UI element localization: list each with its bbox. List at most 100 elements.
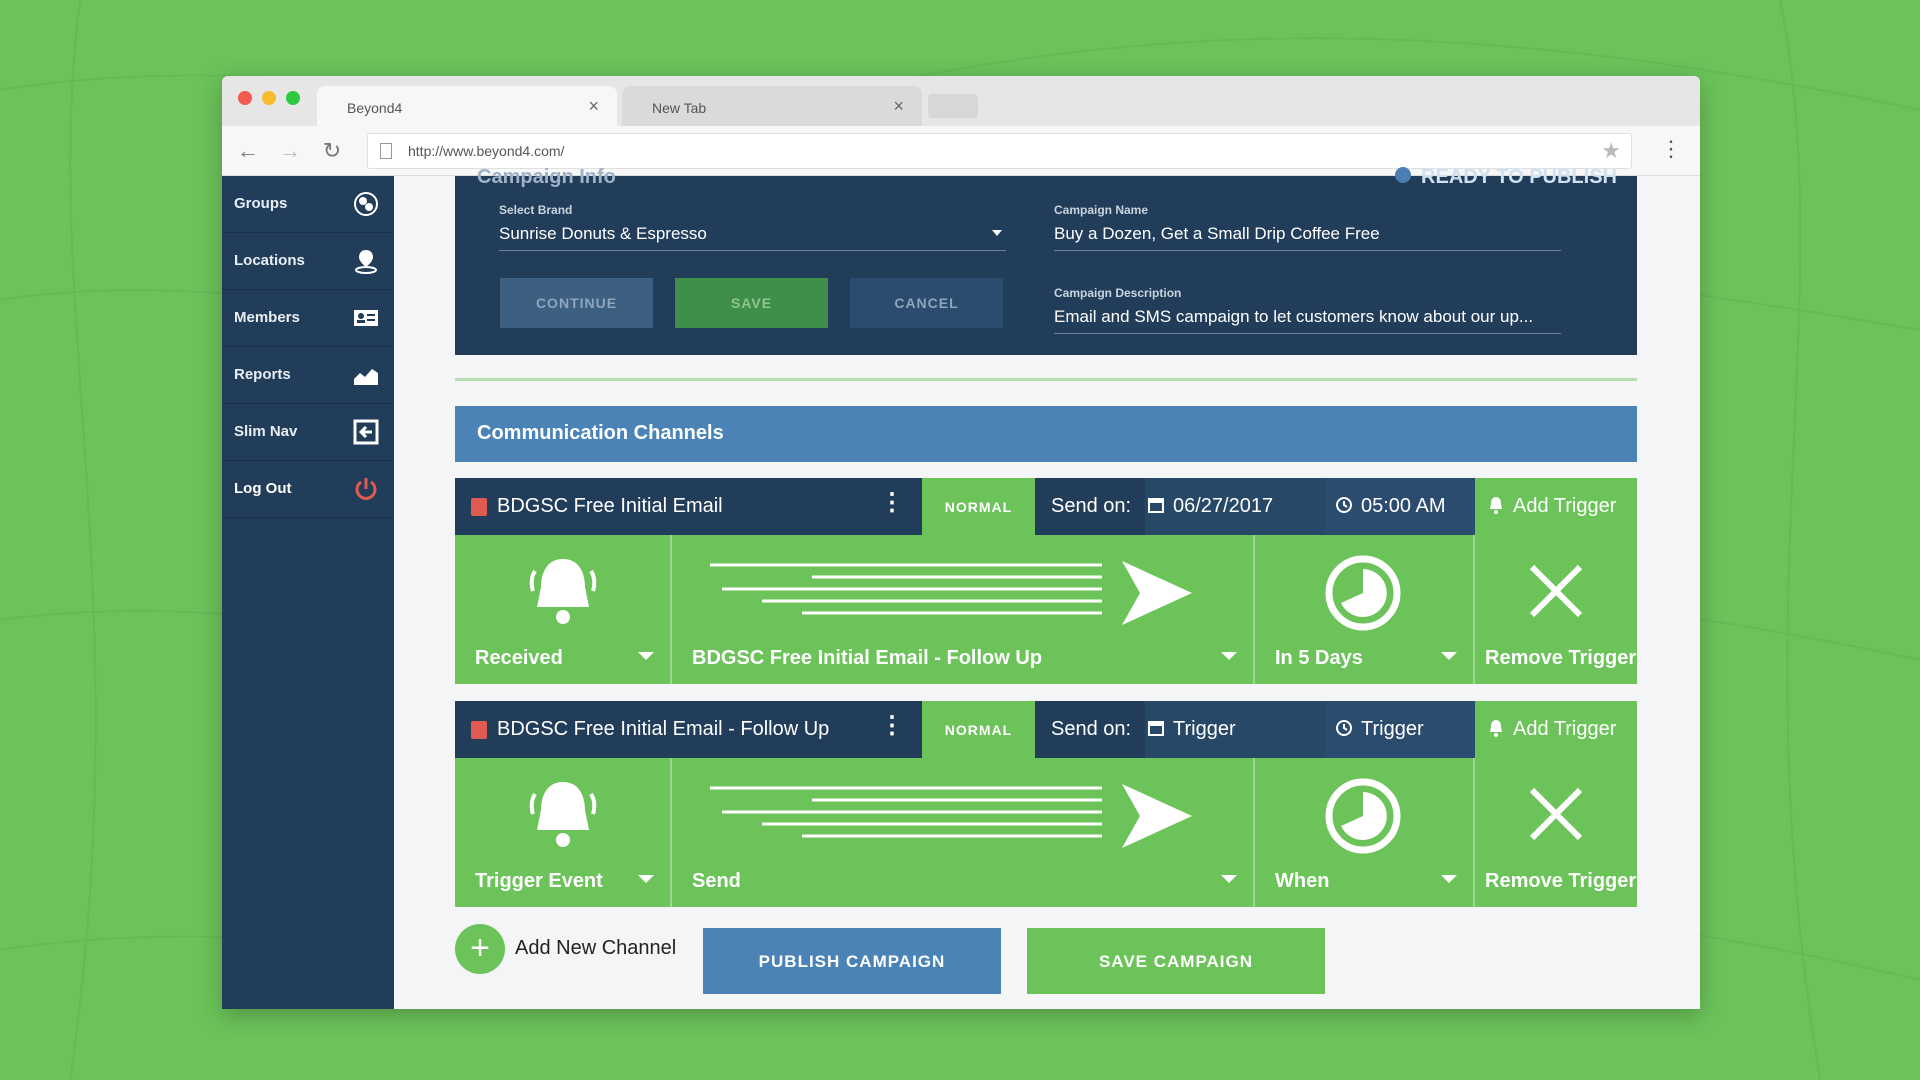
brand-label: Select Brand bbox=[499, 203, 573, 217]
event-label: Trigger Event bbox=[475, 870, 603, 892]
add-trigger-button[interactable]: Add Trigger bbox=[1475, 701, 1637, 758]
campaign-description-field[interactable]: Email and SMS campaign to let customers … bbox=[1054, 307, 1561, 334]
action-dropdown[interactable]: Send bbox=[672, 758, 1253, 907]
sidebar-item-label: Log Out bbox=[234, 480, 292, 497]
email-channel-icon bbox=[471, 721, 487, 739]
remove-trigger-label: Remove Trigger bbox=[1485, 647, 1637, 669]
more-options-icon[interactable]: ⋮ bbox=[880, 714, 904, 738]
bookmark-star-icon[interactable]: ★ bbox=[1601, 138, 1621, 164]
tab-title: New Tab bbox=[652, 100, 707, 116]
remove-trigger-button[interactable]: Remove Trigger bbox=[1475, 535, 1637, 684]
continue-button[interactable]: CONTINUE bbox=[500, 278, 653, 328]
chevron-down-icon bbox=[1221, 875, 1237, 883]
sidebar-item-members[interactable]: Members bbox=[222, 290, 394, 347]
browser-window: Beyond4 × New Tab × ← → ↻ http://www.bey… bbox=[222, 76, 1700, 1009]
sidebar-item-log-out[interactable]: Log Out bbox=[222, 461, 394, 518]
location-pin-icon bbox=[355, 250, 377, 274]
window-controls bbox=[238, 91, 300, 105]
reload-icon[interactable]: ↻ bbox=[318, 138, 346, 164]
status-badge: READY TO PUBLISH bbox=[1395, 166, 1617, 189]
timer-icon bbox=[1325, 555, 1401, 631]
cancel-button[interactable]: CANCEL bbox=[850, 278, 1003, 328]
calendar-icon bbox=[1148, 721, 1164, 736]
bell-icon bbox=[1490, 497, 1502, 514]
delay-label: When bbox=[1275, 870, 1330, 892]
date-display: 06/27/2017 bbox=[1147, 495, 1273, 518]
time-display: Trigger bbox=[1335, 718, 1424, 741]
campaign-name-field[interactable]: Buy a Dozen, Get a Small Drip Coffee Fre… bbox=[1054, 224, 1561, 251]
bell-icon bbox=[1490, 720, 1502, 737]
campaign-description-label: Campaign Description bbox=[1054, 286, 1182, 300]
sidebar-item-reports[interactable]: Reports bbox=[222, 347, 394, 404]
send-arrow-icon bbox=[710, 784, 1192, 848]
brand-select[interactable]: Sunrise Donuts & Espresso bbox=[499, 224, 1006, 251]
channel-card: BDGSC Free Initial Email - Follow Up ⋮ N… bbox=[455, 701, 1637, 917]
sidebar-item-groups[interactable]: Groups bbox=[222, 176, 394, 233]
send-time: Trigger bbox=[1361, 718, 1424, 740]
event-dropdown[interactable]: Trigger Event bbox=[455, 758, 670, 907]
id-card-icon bbox=[354, 310, 378, 326]
sidebar-item-locations[interactable]: Locations bbox=[222, 233, 394, 290]
sidebar-item-slim-nav[interactable]: Slim Nav bbox=[222, 404, 394, 461]
more-options-icon[interactable]: ⋮ bbox=[880, 491, 904, 515]
close-icon bbox=[1529, 787, 1583, 841]
action-dropdown[interactable]: BDGSC Free Initial Email - Follow Up bbox=[672, 535, 1253, 684]
chevron-down-icon bbox=[1441, 875, 1457, 883]
save-button[interactable]: SAVE bbox=[675, 278, 828, 328]
campaign-name-label: Campaign Name bbox=[1054, 203, 1149, 217]
send-on-label: Send on: bbox=[1051, 495, 1132, 517]
add-new-channel-label: Add New Channel bbox=[515, 937, 677, 959]
chevron-down-icon bbox=[1221, 652, 1237, 660]
communication-channels-header: Communication Channels bbox=[455, 406, 1637, 462]
chevron-down-icon bbox=[992, 230, 1002, 236]
send-on-section: Send on: Trigger Trigger bbox=[1035, 701, 1475, 758]
action-label: Send bbox=[692, 870, 741, 892]
forward-arrow-icon[interactable]: → bbox=[276, 138, 304, 164]
publish-campaign-button[interactable]: PUBLISH CAMPAIGN bbox=[703, 928, 1001, 994]
page-icon bbox=[380, 143, 392, 159]
browser-menu-icon[interactable]: ⋮ bbox=[1660, 136, 1682, 162]
sidebar-item-label: Members bbox=[234, 309, 300, 326]
bell-icon bbox=[529, 559, 597, 624]
channel-name: BDGSC Free Initial Email - Follow Up ⋮ bbox=[455, 701, 922, 758]
remove-trigger-button[interactable]: Remove Trigger bbox=[1475, 758, 1637, 907]
tab-new-tab[interactable]: New Tab × bbox=[622, 86, 922, 126]
email-channel-icon bbox=[471, 498, 487, 516]
status-dot-icon bbox=[1395, 167, 1412, 183]
minimize-window-button[interactable] bbox=[262, 91, 276, 105]
delay-dropdown[interactable]: In 5 Days bbox=[1255, 535, 1473, 684]
back-arrow-icon[interactable]: ← bbox=[234, 138, 262, 164]
close-tab-icon[interactable]: × bbox=[893, 96, 904, 117]
action-bar: + Add New Channel PUBLISH CAMPAIGN SAVE … bbox=[455, 922, 1455, 994]
trigger-row: Received BDGSC Free Initial Email - Foll… bbox=[455, 535, 1637, 684]
send-on-section: Send on: 06/27/2017 05:00 AM bbox=[1035, 478, 1475, 535]
power-icon bbox=[355, 478, 377, 500]
channel-title: BDGSC Free Initial Email - Follow Up bbox=[497, 718, 830, 740]
panel-title: Campaign Info bbox=[477, 166, 616, 188]
channel-card: BDGSC Free Initial Email ⋮ NORMAL Send o… bbox=[455, 478, 1637, 694]
add-trigger-button[interactable]: Add Trigger bbox=[1475, 478, 1637, 535]
collapse-icon bbox=[353, 419, 379, 445]
priority-badge[interactable]: NORMAL bbox=[922, 701, 1035, 758]
sidebar-item-label: Reports bbox=[234, 366, 291, 383]
timer-icon bbox=[1325, 778, 1401, 854]
event-dropdown[interactable]: Received bbox=[455, 535, 670, 684]
action-label: BDGSC Free Initial Email - Follow Up bbox=[692, 647, 1043, 669]
close-tab-icon[interactable]: × bbox=[588, 96, 599, 117]
maximize-window-button[interactable] bbox=[286, 91, 300, 105]
save-campaign-button[interactable]: SAVE CAMPAIGN bbox=[1027, 928, 1325, 994]
priority-badge[interactable]: NORMAL bbox=[922, 478, 1035, 535]
chevron-down-icon bbox=[638, 652, 654, 660]
tab-title: Beyond4 bbox=[347, 100, 403, 116]
close-window-button[interactable] bbox=[238, 91, 252, 105]
date-display: Trigger bbox=[1147, 718, 1236, 741]
delay-label: In 5 Days bbox=[1275, 647, 1363, 669]
calendar-icon bbox=[1148, 498, 1164, 513]
address-bar[interactable]: http://www.beyond4.com/ ★ bbox=[367, 133, 1632, 169]
send-date: 06/27/2017 bbox=[1173, 495, 1274, 517]
new-tab-button[interactable] bbox=[928, 94, 978, 118]
delay-dropdown[interactable]: When bbox=[1255, 758, 1473, 907]
add-trigger-label: Add Trigger bbox=[1513, 718, 1617, 740]
tab-beyond4[interactable]: Beyond4 × bbox=[317, 86, 617, 126]
section-divider bbox=[455, 378, 1637, 381]
